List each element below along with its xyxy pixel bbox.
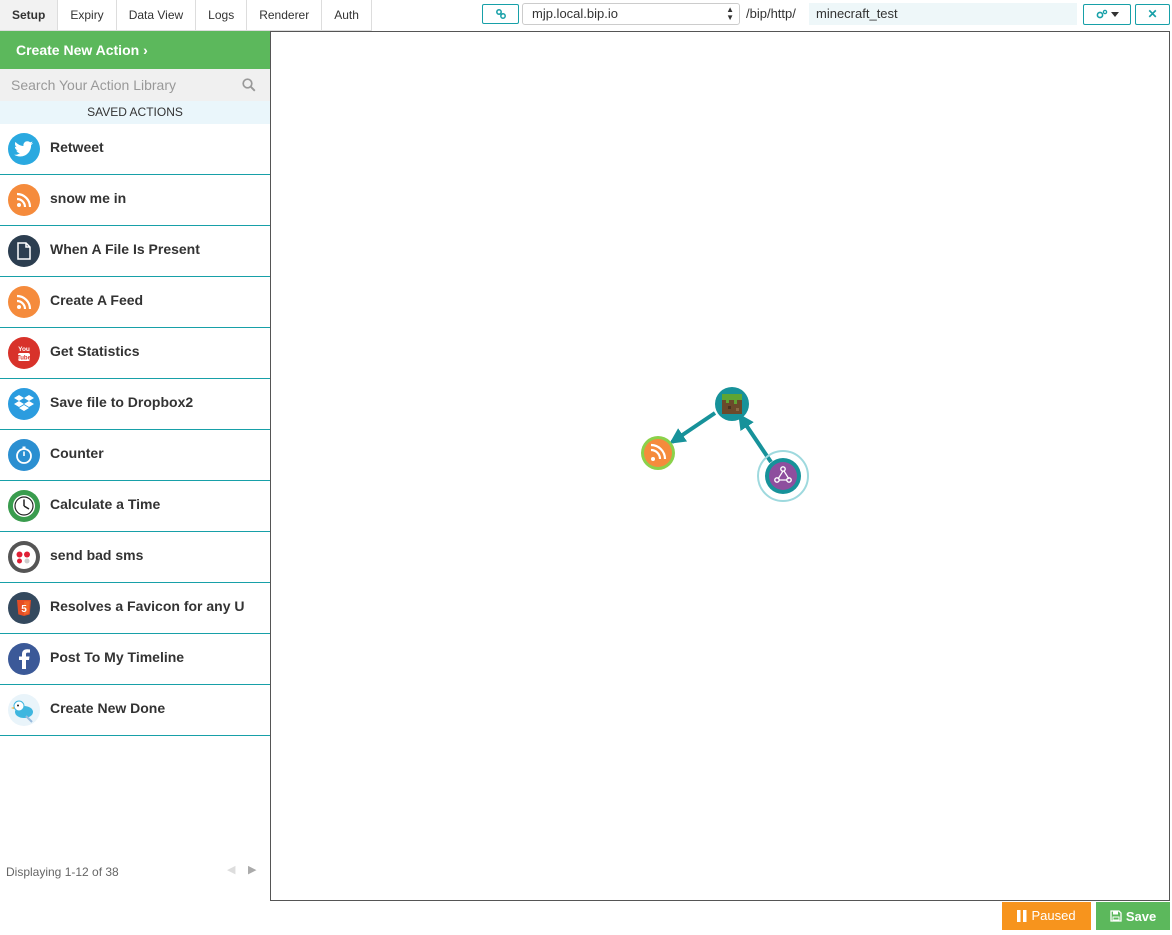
rss-icon: [8, 184, 40, 216]
gears-icon: [1096, 9, 1107, 19]
html5-icon: 5: [8, 592, 40, 624]
tab-auth[interactable]: Auth: [322, 0, 372, 31]
search-input[interactable]: [0, 69, 270, 101]
action-label: send bad sms: [50, 547, 144, 563]
svg-text:5: 5: [21, 604, 27, 615]
action-label: Post To My Timeline: [50, 649, 185, 665]
edge-webhook-to-minecraft: [738, 413, 773, 464]
rss-icon: [8, 286, 40, 318]
list-item[interactable]: snow me in: [0, 175, 270, 226]
action-label: Counter: [50, 445, 104, 461]
floppy-disk-icon: [1110, 910, 1122, 922]
list-item[interactable]: Retweet: [0, 124, 270, 175]
save-label: Save: [1125, 908, 1157, 924]
action-label: snow me in: [50, 190, 127, 206]
dropbox-icon: [8, 388, 40, 420]
webhook-node-icon[interactable]: [757, 450, 809, 502]
tab-setup[interactable]: Setup: [0, 0, 59, 31]
path-prefix: /bip/http/: [746, 6, 796, 21]
tab-expiry[interactable]: Expiry: [58, 0, 117, 31]
action-label: Create A Feed: [50, 292, 144, 308]
create-new-action-label: Create New Action: [16, 42, 140, 58]
list-item[interactable]: send bad sms: [0, 532, 270, 583]
action-label: Resolves a Favicon for any U: [50, 598, 245, 614]
sms-icon: [8, 541, 40, 573]
next-page-icon[interactable]: ▶: [248, 863, 256, 876]
list-item[interactable]: When A File Is Present: [0, 226, 270, 277]
action-search: [0, 69, 270, 101]
domain-select[interactable]: mjp.local.bip.io ▲ ▼: [522, 3, 740, 25]
list-item[interactable]: Save file to Dropbox2: [0, 379, 270, 430]
list-item[interactable]: Create New Done: [0, 685, 270, 736]
settings-dropdown-button[interactable]: [1083, 4, 1131, 25]
prev-page-icon[interactable]: ◀: [227, 863, 235, 876]
chevron-right-icon: ›: [143, 42, 148, 58]
tab-bar: Setup Expiry Data View Logs Renderer Aut…: [0, 0, 372, 31]
tab-logs[interactable]: Logs: [196, 0, 248, 31]
edge-minecraft-to-rss: [669, 411, 717, 444]
list-item[interactable]: 5 Resolves a Favicon for any U: [0, 583, 270, 634]
action-label: Get Statistics: [50, 343, 140, 359]
updown-caret-icon: ▲ ▼: [726, 5, 734, 22]
clock-icon: [8, 490, 40, 522]
action-label: Retweet: [50, 139, 104, 155]
copy-link-button[interactable]: [482, 4, 519, 24]
action-library-sidebar: Create New Action › SAVED ACTIONS Retwee…: [0, 31, 270, 901]
pause-icon: [1017, 910, 1027, 922]
tab-renderer[interactable]: Renderer: [247, 0, 323, 31]
workflow-graph: [641, 387, 809, 502]
list-item[interactable]: You Tube Get Statistics: [0, 328, 270, 379]
stopwatch-icon: [8, 439, 40, 471]
domain-value: mjp.local.bip.io: [532, 6, 618, 21]
list-item[interactable]: Calculate a Time: [0, 481, 270, 532]
action-label: Save file to Dropbox2: [50, 394, 194, 410]
svg-text:You: You: [18, 346, 30, 353]
rss-node-icon[interactable]: [641, 436, 675, 470]
youtube-icon: You Tube: [8, 337, 40, 369]
list-item[interactable]: Create A Feed: [0, 277, 270, 328]
list-item[interactable]: Counter: [0, 430, 270, 481]
saved-actions-header: SAVED ACTIONS: [0, 101, 270, 124]
bird-icon: [8, 694, 40, 726]
link-icon: [495, 9, 506, 19]
close-button[interactable]: ✕: [1135, 4, 1170, 25]
create-new-action-button[interactable]: Create New Action ›: [0, 31, 270, 69]
svg-text:Tube: Tube: [17, 356, 32, 362]
action-label: Create New Done: [50, 700, 166, 716]
facebook-icon: [8, 643, 40, 675]
endpoint-name-input[interactable]: minecraft_test: [809, 3, 1077, 25]
pagination-info: Displaying 1-12 of 38: [6, 865, 119, 879]
paused-label: Paused: [1031, 908, 1076, 923]
paused-toggle-button[interactable]: Paused: [1002, 902, 1091, 930]
caret-down-icon: [1110, 12, 1119, 17]
tab-data-view[interactable]: Data View: [116, 0, 197, 31]
action-label: Calculate a Time: [50, 496, 161, 512]
twitter-icon: [8, 133, 40, 165]
list-item[interactable]: Post To My Timeline: [0, 634, 270, 685]
workflow-canvas[interactable]: [270, 31, 1170, 901]
saved-actions-list: Retweet snow me in When A File Is Presen…: [0, 124, 270, 736]
save-button[interactable]: Save: [1096, 902, 1170, 930]
file-icon: [8, 235, 40, 267]
search-icon: [242, 78, 256, 92]
minecraft-node-icon[interactable]: [715, 387, 749, 421]
action-label: When A File Is Present: [50, 241, 200, 257]
